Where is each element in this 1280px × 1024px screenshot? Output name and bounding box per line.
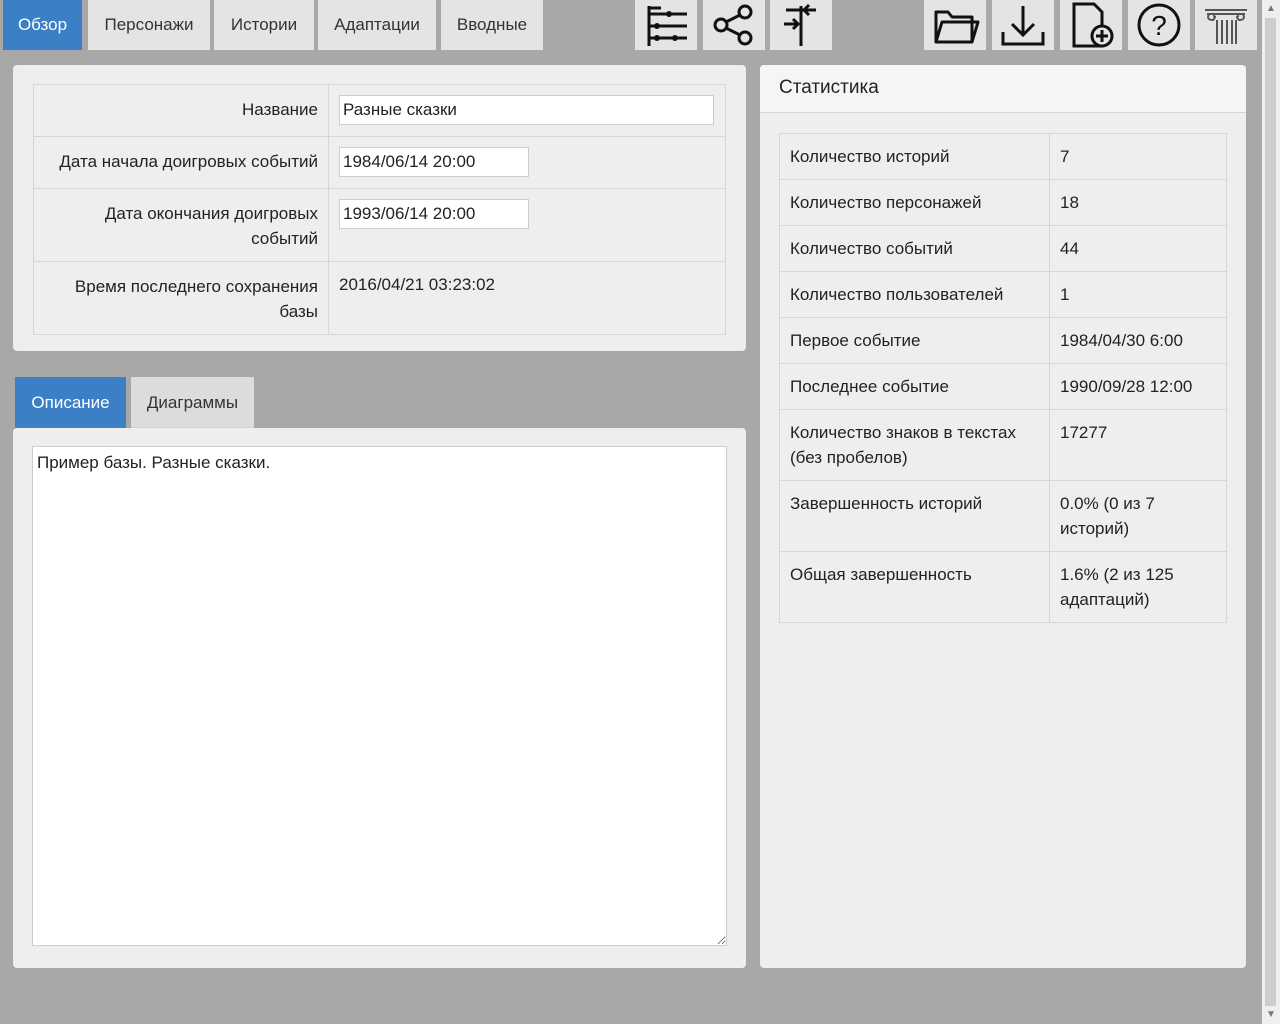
end-date-label: Дата окончания доигровых событий [33,188,329,262]
download-button[interactable] [992,0,1054,50]
new-file-icon [1072,2,1114,48]
table-row: Количество пользователей 1 [779,271,1227,318]
scroll-down-icon[interactable]: ▼ [1262,1006,1280,1024]
share-button[interactable] [703,0,765,50]
table-row: Завершенность историй 0.0% (0 из 7 истори… [779,480,1227,552]
start-date-label: Дата начала доигровых событий [33,136,329,189]
signpost-button[interactable] [770,0,832,50]
timeline-icon [647,6,687,46]
overview-panel: Название Дата начала доигровых событий Д… [13,65,746,351]
table-row: Количество знаков в текстах (без пробело… [779,409,1227,481]
share-icon [713,4,753,46]
table-row: Первое событие 1984/04/30 6:00 [779,317,1227,364]
signpost-icon [784,3,816,46]
table-row: Количество историй 7 [779,133,1227,180]
tab-stories[interactable]: Истории [214,0,314,50]
start-date-input[interactable] [339,147,529,177]
new-file-button[interactable] [1060,0,1122,50]
statistics-title: Статистика [760,65,1246,113]
pillar-logo-icon [1205,9,1247,44]
open-button[interactable] [924,0,986,50]
top-navigation: Обзор Персонажи Истории Адаптации Вводны… [0,0,1262,50]
timeline-button[interactable] [635,0,697,50]
table-row: Количество событий 44 [779,225,1227,272]
help-button[interactable]: ? [1128,0,1190,50]
download-icon [1001,6,1045,46]
scrollbar-thumb[interactable] [1265,18,1276,1006]
last-saved-value: 2016/04/21 03:23:02 [328,261,726,335]
vertical-scrollbar[interactable]: ▲ ▼ [1262,0,1280,1024]
name-label: Название [33,84,329,137]
open-folder-icon [934,10,980,44]
tab-overview[interactable]: Обзор [3,0,82,50]
table-row: Общая завершенность 1.6% (2 из 125 адапта… [779,551,1227,623]
name-input[interactable] [339,95,714,125]
logo-button[interactable] [1195,0,1257,50]
last-saved-label: Время последнего сохранения базы [33,261,329,335]
statistics-panel: Статистика Количество историй 7 Количеств… [760,65,1246,968]
help-icon: ? [1137,3,1181,47]
tab-briefings[interactable]: Вводные [441,0,543,50]
description-textarea[interactable]: Пример базы. Разные сказки. [32,446,727,946]
statistics-table: Количество историй 7 Количество персонаже… [779,133,1227,623]
table-row: Последнее событие 1990/09/28 12:00 [779,363,1227,410]
tab-diagrams[interactable]: Диаграммы [131,377,254,428]
tab-description[interactable]: Описание [15,377,126,428]
svg-text:?: ? [1151,10,1167,41]
tab-adaptations[interactable]: Адаптации [318,0,436,50]
table-row: Количество персонажей 18 [779,179,1227,226]
scroll-up-icon[interactable]: ▲ [1262,0,1280,18]
tab-characters[interactable]: Персонажи [88,0,210,50]
end-date-input[interactable] [339,199,529,229]
